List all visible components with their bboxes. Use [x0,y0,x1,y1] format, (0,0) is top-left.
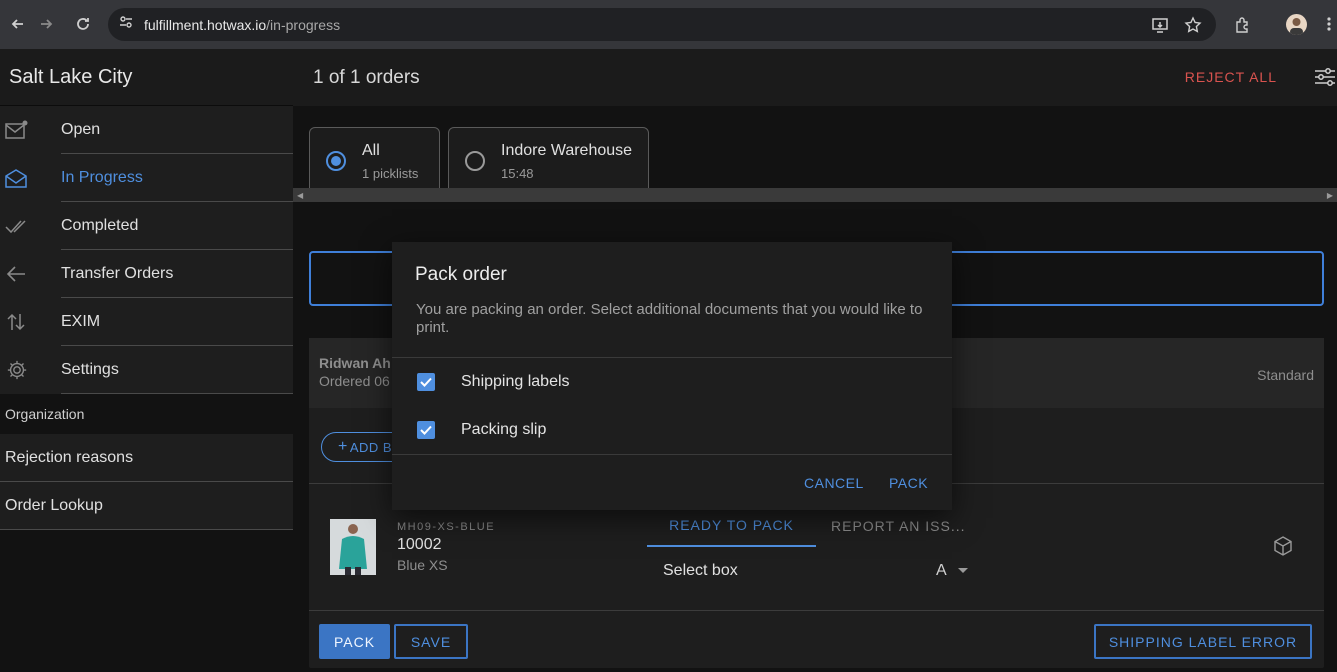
sidebar-item-label: Settings [61,346,293,394]
sidebar-item-label: Transfer Orders [61,250,293,298]
picklist-title: All [362,141,380,159]
reload-icon[interactable] [65,6,101,42]
site-info-icon[interactable] [118,14,134,35]
settings-icon [0,346,61,394]
arrow-back-icon [0,250,61,298]
picklist-indore-warehouse[interactable]: Indore Warehouse 15:48 [448,127,649,195]
menu-icon[interactable] [1327,16,1331,37]
tab-ready-to-pack[interactable]: READY TO PACK [647,504,816,547]
pack-button[interactable]: PACK [319,624,390,659]
extensions-icon[interactable] [1234,16,1252,39]
options-filter-icon[interactable] [1313,65,1337,89]
facility-title: Salt Lake City [0,49,293,106]
sidebar-item-label: In Progress [61,154,293,202]
select-box-label: Select box [663,562,738,579]
dialog-title: Pack order [415,264,507,285]
picklist-subtitle: 1 picklists [362,165,419,181]
sidebar-item-open[interactable]: Open [0,106,293,154]
bookmark-star-icon[interactable] [1184,16,1202,39]
shipping-label-error-button[interactable]: SHIPPING LABEL ERROR [1094,624,1312,659]
option-label: Packing slip [461,421,547,438]
sidebar-item-in-progress[interactable]: In Progress [0,154,293,202]
confirm-pack-button[interactable]: PACK [889,475,928,491]
checkbox-checked-icon[interactable] [417,421,435,439]
sidebar-item-label: EXIM [61,298,293,346]
picklist-title: Indore Warehouse [501,141,633,159]
product-variant: Blue XS [397,557,448,573]
sidebar-item-rejection-reasons[interactable]: Rejection reasons [0,434,293,482]
order-date: Ordered 06 [319,373,390,389]
picklist-subtitle: 15:48 [501,165,534,181]
url-text: fulfillment.hotwax.io/in-progress [144,16,341,33]
swap-vertical-icon [0,298,61,346]
sidebar-item-completed[interactable]: Completed [0,202,293,250]
mail-unread-icon [0,106,61,154]
address-bar[interactable]: fulfillment.hotwax.io/in-progress [108,8,1216,41]
profile-avatar[interactable] [1286,14,1307,35]
radio-selected-icon[interactable] [326,151,346,171]
shipping-method: Standard [1257,367,1314,383]
select-box-dropdown[interactable]: A [936,562,947,580]
sidebar: Salt Lake City Open In Progress Complete… [0,49,293,672]
add-icon: + [338,438,348,455]
divider [309,610,1324,611]
option-label: Shipping labels [461,373,570,390]
add-box-label: ADD B [349,439,393,455]
browser-toolbar: fulfillment.hotwax.io/in-progress [0,0,1337,49]
pack-order-dialog: Pack order You are packing an order. Sel… [392,242,952,510]
picklist-selector: All 1 picklists Indore Warehouse 15:48 ◀… [293,106,1337,210]
cube-icon [1272,535,1294,557]
product-sku: MH09-XS-BLUE [397,521,496,533]
forward-icon[interactable] [28,6,64,42]
divider [392,454,952,455]
page-title: 1 of 1 orders [313,66,420,88]
picklist-all[interactable]: All 1 picklists [309,127,440,195]
sidebar-item-label: Open [61,106,293,154]
dialog-message: You are packing an order. Select additio… [416,301,923,336]
sidebar-item-transfer-orders[interactable]: Transfer Orders [0,250,293,298]
option-packing-slip[interactable]: Packing slip [392,406,952,454]
checkbox-checked-icon[interactable] [417,373,435,391]
checkmark-done-icon [0,202,61,250]
cancel-button[interactable]: CANCEL [804,475,864,491]
sidebar-item-order-lookup[interactable]: Order Lookup [0,482,293,530]
option-shipping-labels[interactable]: Shipping labels [392,358,952,406]
customer-name: Ridwan Ah [319,355,391,371]
scroll-right-icon[interactable]: ▶ [1327,191,1333,200]
sidebar-item-settings[interactable]: Settings [0,346,293,394]
scroll-left-icon[interactable]: ◀ [297,191,303,200]
mail-open-icon [0,154,61,202]
reject-all-button[interactable]: REJECT ALL [1185,69,1277,85]
product-image [330,519,376,575]
install-app-icon[interactable] [1151,16,1169,39]
horizontal-scrollbar[interactable]: ◀ ▶ [293,188,1337,202]
sidebar-item-exim[interactable]: EXIM [0,298,293,346]
radio-unselected-icon[interactable] [465,151,485,171]
tab-report-issue[interactable]: REPORT AN ISS... [831,504,971,547]
main-header: 1 of 1 orders REJECT ALL [293,49,1337,106]
section-label-organization: Organization [0,394,293,434]
caret-down-icon[interactable] [958,568,968,573]
save-button[interactable]: SAVE [394,624,468,659]
product-id: 10002 [397,536,442,553]
sidebar-item-label: Completed [61,202,293,250]
sidebar-menu: Open In Progress Completed Transfer Orde… [0,106,293,394]
